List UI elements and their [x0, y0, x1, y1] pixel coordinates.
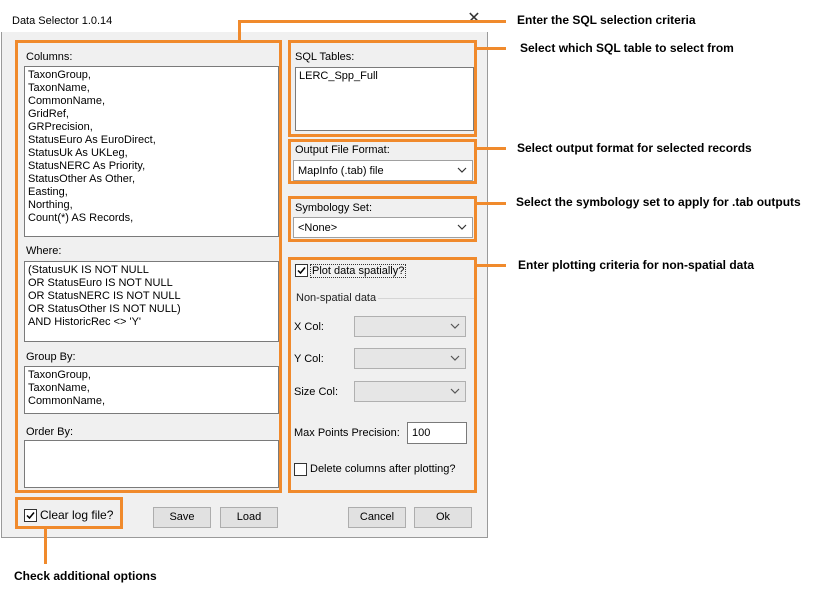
annotation-box-options	[15, 497, 123, 529]
annotation-box-symbology	[288, 196, 477, 242]
window-title: Data Selector 1.0.14	[12, 15, 113, 27]
leader-line	[475, 202, 506, 205]
save-button[interactable]: Save	[153, 507, 211, 528]
callout-sql-criteria: Enter the SQL selection criteria	[517, 13, 696, 27]
callout-sql-table: Select which SQL table to select from	[520, 41, 734, 55]
close-icon[interactable]: ✕	[463, 9, 485, 29]
cancel-button[interactable]: Cancel	[348, 507, 406, 528]
annotation-box-sql-table	[288, 40, 477, 137]
leader-line	[475, 264, 506, 267]
load-button[interactable]: Load	[220, 507, 278, 528]
callout-plotting: Enter plotting criteria for non-spatial …	[518, 258, 755, 272]
annotation-box-output-format	[288, 139, 477, 184]
leader-line	[238, 20, 506, 23]
leader-line	[475, 47, 506, 50]
ok-button[interactable]: Ok	[414, 507, 472, 528]
leader-line	[238, 20, 241, 42]
callout-symbology: Select the symbology set to apply for .t…	[516, 195, 801, 209]
callout-output-format: Select output format for selected record…	[517, 141, 752, 155]
callout-options: Check additional options	[14, 569, 157, 583]
leader-line	[44, 528, 47, 564]
annotation-box-sql-criteria	[15, 40, 282, 493]
annotation-box-plotting	[288, 257, 477, 493]
leader-line	[475, 147, 506, 150]
